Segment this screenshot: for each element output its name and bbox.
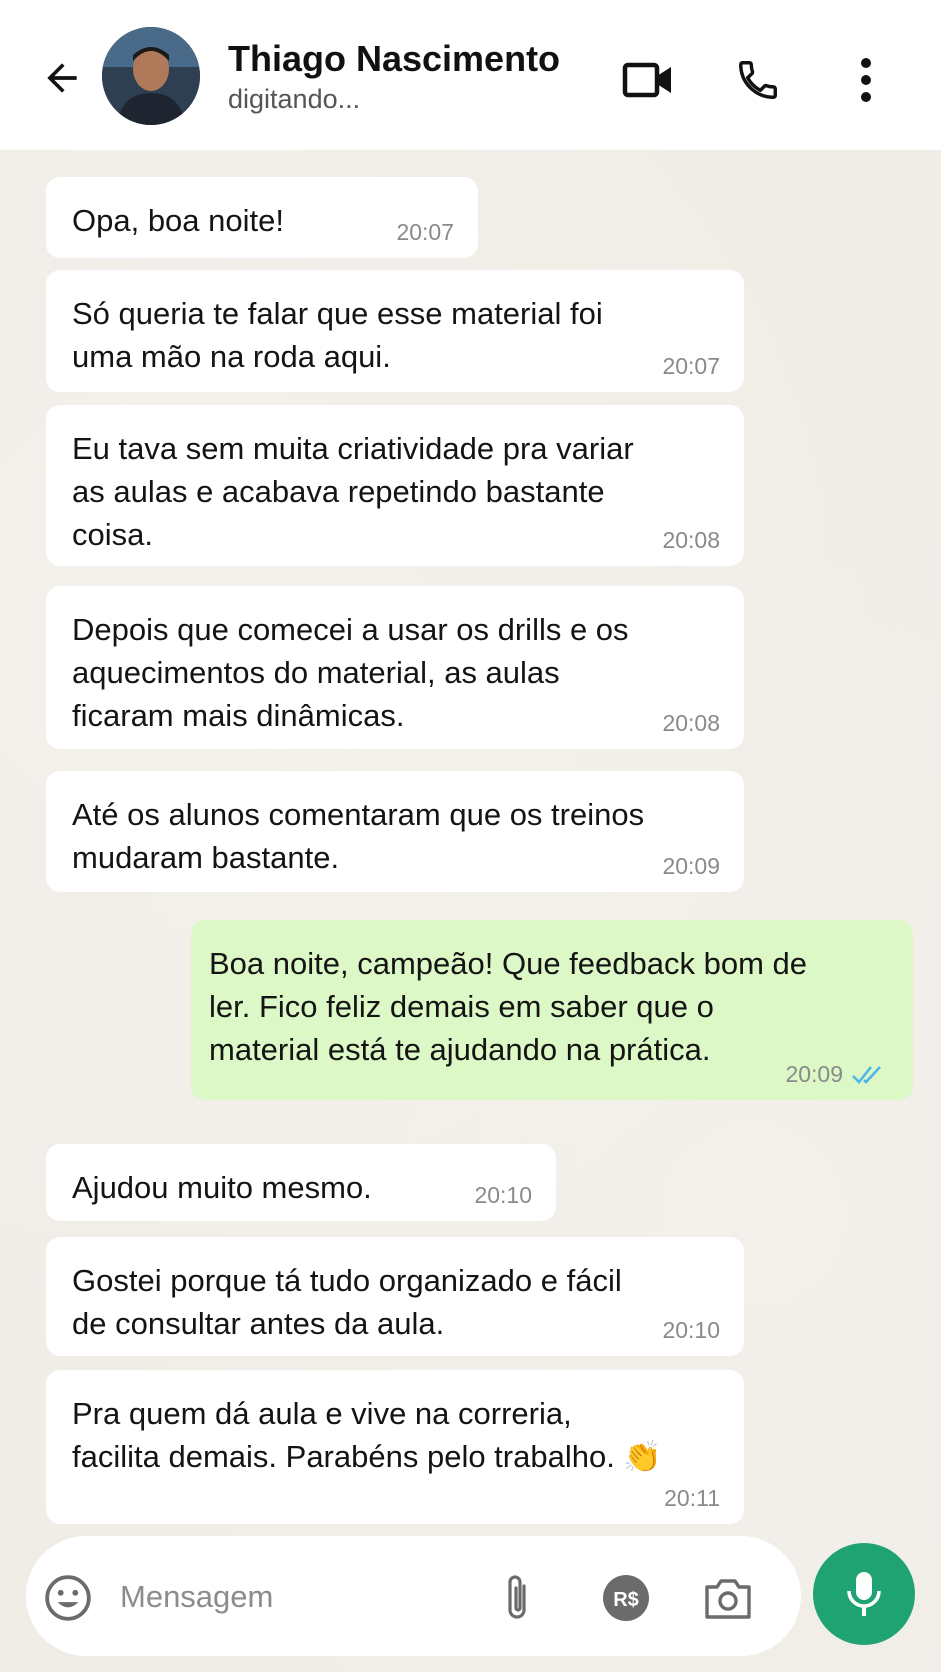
back-button[interactable] bbox=[34, 50, 90, 106]
message-text: Opa, boa noite! bbox=[72, 203, 284, 238]
video-call-icon bbox=[622, 62, 671, 98]
voice-message-button[interactable] bbox=[813, 1543, 915, 1645]
message-text: Boa noite, campeão! Que feedback bom de … bbox=[209, 946, 808, 1067]
avatar[interactable] bbox=[102, 27, 200, 125]
message-text: Até os alunos comentaram que os treinos … bbox=[72, 797, 645, 875]
chat-header: Thiago Nascimento digitando... bbox=[0, 0, 941, 150]
paperclip-icon bbox=[508, 1575, 526, 1619]
message-time: 20:09 bbox=[662, 853, 720, 879]
svg-text:R$: R$ bbox=[613, 1589, 639, 1611]
message-text: Só queria te falar que esse material foi… bbox=[72, 296, 603, 374]
avatar-image bbox=[102, 27, 200, 125]
video-call-button[interactable] bbox=[616, 48, 680, 112]
payment-button[interactable]: R$ bbox=[600, 1572, 652, 1624]
message-text: Depois que comecei a usar os drills e os… bbox=[72, 612, 629, 733]
more-vertical-icon bbox=[861, 58, 871, 102]
message-bubble[interactable]: Pra quem dá aula e vive na correria, fac… bbox=[46, 1370, 744, 1524]
message-bubble[interactable]: Ajudou muito mesmo. 20:10 bbox=[46, 1144, 556, 1221]
typing-status: digitando... bbox=[228, 84, 361, 114]
message-bubble-outgoing[interactable]: Boa noite, campeão! Que feedback bom de … bbox=[191, 920, 913, 1100]
double-check-icon bbox=[852, 1065, 881, 1084]
menu-button[interactable] bbox=[834, 48, 898, 112]
message-time: 20:10 bbox=[474, 1182, 532, 1208]
message-text: Gostei porque tá tudo organizado e fácil… bbox=[72, 1263, 622, 1341]
microphone-icon bbox=[847, 1572, 881, 1616]
message-meta: 20:09 bbox=[785, 1061, 889, 1088]
message-text: Pra quem dá aula e vive na correria, fac… bbox=[72, 1396, 663, 1474]
message-text: Eu tava sem muita criatividade pra varia… bbox=[72, 431, 634, 552]
emoji-button[interactable] bbox=[40, 1570, 96, 1626]
payment-icon: R$ bbox=[603, 1575, 649, 1621]
message-time: 20:11 bbox=[664, 1485, 720, 1511]
message-time: 20:07 bbox=[396, 219, 454, 245]
camera-icon bbox=[705, 1579, 751, 1619]
message-bubble[interactable]: Gostei porque tá tudo organizado e fácil… bbox=[46, 1237, 744, 1356]
message-time: 20:09 bbox=[785, 1061, 843, 1087]
message-bubble[interactable]: Depois que comecei a usar os drills e os… bbox=[46, 586, 744, 749]
message-bubble[interactable]: Opa, boa noite! 20:07 bbox=[46, 177, 478, 258]
message-time: 20:08 bbox=[662, 710, 720, 736]
phone-icon bbox=[739, 61, 777, 99]
camera-button[interactable] bbox=[700, 1570, 756, 1626]
arrow-left-icon bbox=[47, 63, 77, 93]
contact-name[interactable]: Thiago Nascimento bbox=[228, 38, 560, 80]
message-bubble[interactable]: Até os alunos comentaram que os treinos … bbox=[46, 771, 744, 892]
message-bubble[interactable]: Eu tava sem muita criatividade pra varia… bbox=[46, 405, 744, 566]
emoji-icon bbox=[45, 1575, 91, 1621]
message-input[interactable]: Mensagem bbox=[120, 1579, 273, 1615]
message-time: 20:10 bbox=[662, 1317, 720, 1343]
call-button[interactable] bbox=[726, 48, 790, 112]
attach-button[interactable] bbox=[492, 1570, 542, 1626]
message-time: 20:08 bbox=[662, 527, 720, 553]
message-bubble[interactable]: Só queria te falar que esse material foi… bbox=[46, 270, 744, 392]
message-text: Ajudou muito mesmo. bbox=[72, 1170, 372, 1205]
message-time: 20:07 bbox=[662, 353, 720, 379]
